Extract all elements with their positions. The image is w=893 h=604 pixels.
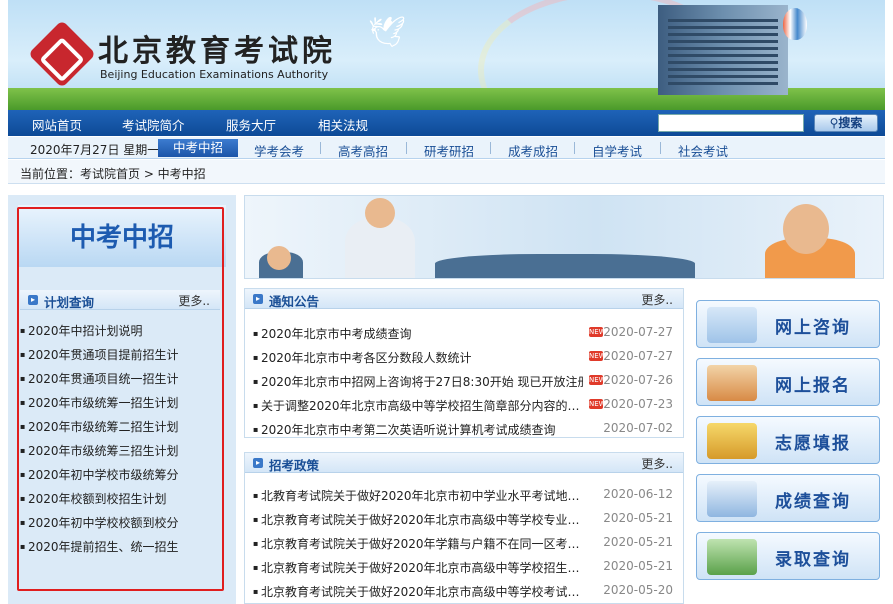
list-item[interactable]: 关于调整2020年北京市高级中等学校招生简章部分内容的… NEW2020-07-2…	[253, 393, 679, 417]
divider	[406, 142, 407, 154]
policies-title: 招考政策	[269, 458, 320, 473]
header-banner: 北京教育考试院 Beijing Education Examinations A…	[8, 0, 885, 110]
globe-icon	[707, 539, 757, 575]
tab-zhongkao[interactable]: 中考中招	[158, 139, 238, 157]
policies-panel: ▸ 招考政策 更多.. 北教育考试院关于做好2020年北京市初中学业水平考试地……	[244, 452, 684, 604]
list-item[interactable]: 北京教育考试院关于做好2020年北京市高级中等学校考试… 2020-05-20	[253, 579, 679, 603]
policy-date: 2020-06-12	[603, 487, 673, 501]
notice-title[interactable]: 2020年北京市中招网上咨询将于27日8:30开始 现已开放注册	[253, 373, 583, 390]
list-item[interactable]: 北京教育考试院关于做好2020年北京市高级中等学校专业… 2020-05-21	[253, 507, 679, 531]
volunteer-fill-button[interactable]: 志愿填报	[696, 416, 880, 464]
service-label: 网上咨询	[775, 318, 851, 338]
service-label: 网上报名	[775, 376, 851, 396]
new-badge: NEW	[589, 327, 606, 337]
policies-list: 北教育考试院关于做好2020年北京市初中学业水平考试地… 2020-06-12 北…	[253, 483, 679, 603]
divider	[574, 142, 575, 154]
list-item[interactable]: 2020年北京市中考成绩查询 NEW2020-07-27	[253, 321, 679, 345]
policy-title[interactable]: 北京教育考试院关于做好2020年北京市高级中等学校招生…	[253, 559, 583, 576]
notice-date: 2020-07-02	[603, 421, 673, 435]
admission-query-button[interactable]: 录取查询	[696, 532, 880, 580]
policy-title[interactable]: 北教育考试院关于做好2020年北京市初中学业水平考试地…	[253, 487, 583, 504]
online-register-button[interactable]: 网上报名	[696, 358, 880, 406]
notice-date: 2020-07-27	[603, 325, 673, 339]
logo-icon[interactable]	[28, 20, 96, 88]
search-button[interactable]: ⚲搜索	[814, 114, 878, 132]
tab-gaokao[interactable]: 高考高招	[338, 141, 388, 160]
nav-home[interactable]: 网站首页	[32, 115, 82, 134]
list-item[interactable]: 2020年北京市中招网上咨询将于27日8:30开始 现已开放注册 NEW2020-…	[253, 369, 679, 393]
list-item[interactable]: 北教育考试院关于做好2020年北京市初中学业水平考试地… 2020-06-12	[253, 483, 679, 507]
service-label: 录取查询	[775, 550, 851, 570]
notice-title[interactable]: 2020年北京市中考第二次英语听说计算机考试成绩查询	[253, 421, 583, 438]
new-badge: NEW	[589, 351, 606, 361]
tab-yankao[interactable]: 研考研招	[424, 141, 474, 160]
notice-title[interactable]: 2020年北京市中考成绩查询	[253, 325, 583, 342]
current-date: 2020年7月27日 星期一	[30, 143, 160, 157]
new-badge: NEW	[589, 399, 606, 409]
tab-xuekao[interactable]: 学考会考	[254, 141, 304, 160]
graduation-cap-icon	[707, 423, 757, 459]
notices-panel: ▸ 通知公告 更多.. 2020年北京市中考成绩查询NEW2020-07-27 …	[244, 288, 684, 438]
class-figures	[435, 254, 695, 278]
nav-regulations[interactable]: 相关法规	[318, 115, 368, 134]
consultant-icon	[707, 307, 757, 343]
magnifier-icon	[707, 481, 757, 517]
man-head	[783, 204, 829, 254]
policy-date: 2020-05-20	[603, 583, 673, 597]
site-title-en: Beijing Education Examinations Authority	[100, 68, 329, 81]
divider	[490, 142, 491, 154]
tab-shehui[interactable]: 社会考试	[678, 141, 728, 160]
policies-more-link[interactable]: 更多..	[641, 455, 673, 472]
score-query-button[interactable]: 成绩查询	[696, 474, 880, 522]
divider	[660, 142, 661, 154]
policies-header: ▸ 招考政策 更多..	[245, 453, 683, 473]
highlight-box	[17, 207, 224, 591]
policy-date: 2020-05-21	[603, 559, 673, 573]
notice-date: 2020-07-27	[603, 349, 673, 363]
service-label: 志愿填报	[775, 434, 851, 454]
notices-title: 通知公告	[269, 294, 320, 309]
nav-about[interactable]: 考试院简介	[122, 115, 185, 134]
search-input[interactable]	[658, 114, 804, 132]
dove-icon: 🕊	[368, 15, 407, 50]
teacher-head	[365, 198, 395, 228]
notices-header: ▸ 通知公告 更多..	[245, 289, 683, 309]
breadcrumb-text[interactable]: 当前位置：考试院首页 > 中考中招	[20, 165, 206, 182]
divider	[320, 142, 321, 154]
arrow-icon: ▸	[253, 294, 263, 304]
notice-date: 2020-07-23	[603, 397, 673, 411]
breadcrumb: 当前位置：考试院首页 > 中考中招	[8, 160, 885, 184]
sub-nav: 2020年7月27日 星期一 中考中招 学考会考 高考高招 研考研招 成考成招 …	[8, 137, 885, 159]
policy-date: 2020-05-21	[603, 511, 673, 525]
notice-title[interactable]: 关于调整2020年北京市高级中等学校招生简章部分内容的…	[253, 397, 583, 414]
main-nav: 网站首页 考试院简介 服务大厅 相关法规 ⚲搜索	[8, 110, 885, 136]
list-item[interactable]: 2020年北京市中考第二次英语听说计算机考试成绩查询 2020-07-02	[253, 417, 679, 441]
notices-list: 2020年北京市中考成绩查询NEW2020-07-27 2020年北京市中考各区…	[253, 321, 679, 441]
notice-title[interactable]: 2020年北京市中考各区分数段人数统计	[253, 349, 583, 366]
tab-chengkao[interactable]: 成考成招	[508, 141, 558, 160]
student-head	[267, 246, 291, 270]
books-icon	[707, 365, 757, 401]
policy-title[interactable]: 北京教育考试院关于做好2020年学籍与户籍不在同一区考…	[253, 535, 583, 552]
service-label: 成绩查询	[775, 492, 851, 512]
list-item[interactable]: 北京教育考试院关于做好2020年北京市高级中等学校招生… 2020-05-21	[253, 555, 679, 579]
site-title: 北京教育考试院	[98, 34, 336, 69]
list-item[interactable]: 2020年北京市中考各区分数段人数统计 NEW2020-07-27	[253, 345, 679, 369]
notices-more-link[interactable]: 更多..	[641, 291, 673, 308]
policy-title[interactable]: 北京教育考试院关于做好2020年北京市高级中等学校专业…	[253, 511, 583, 528]
online-consult-button[interactable]: 网上咨询	[696, 300, 880, 348]
notice-date: 2020-07-26	[603, 373, 673, 387]
policy-title[interactable]: 北京教育考试院关于做好2020年北京市高级中等学校考试…	[253, 583, 583, 600]
tab-zikao[interactable]: 自学考试	[592, 141, 642, 160]
hero-image	[244, 195, 884, 279]
search-button-label: 搜索	[838, 116, 863, 130]
policy-date: 2020-05-21	[603, 535, 673, 549]
list-item[interactable]: 北京教育考试院关于做好2020年学籍与户籍不在同一区考… 2020-05-21	[253, 531, 679, 555]
arrow-icon: ▸	[253, 458, 263, 468]
new-badge: NEW	[589, 375, 606, 385]
balloon-icon	[783, 8, 807, 40]
building-image	[658, 5, 788, 95]
nav-service-hall[interactable]: 服务大厅	[226, 115, 276, 134]
